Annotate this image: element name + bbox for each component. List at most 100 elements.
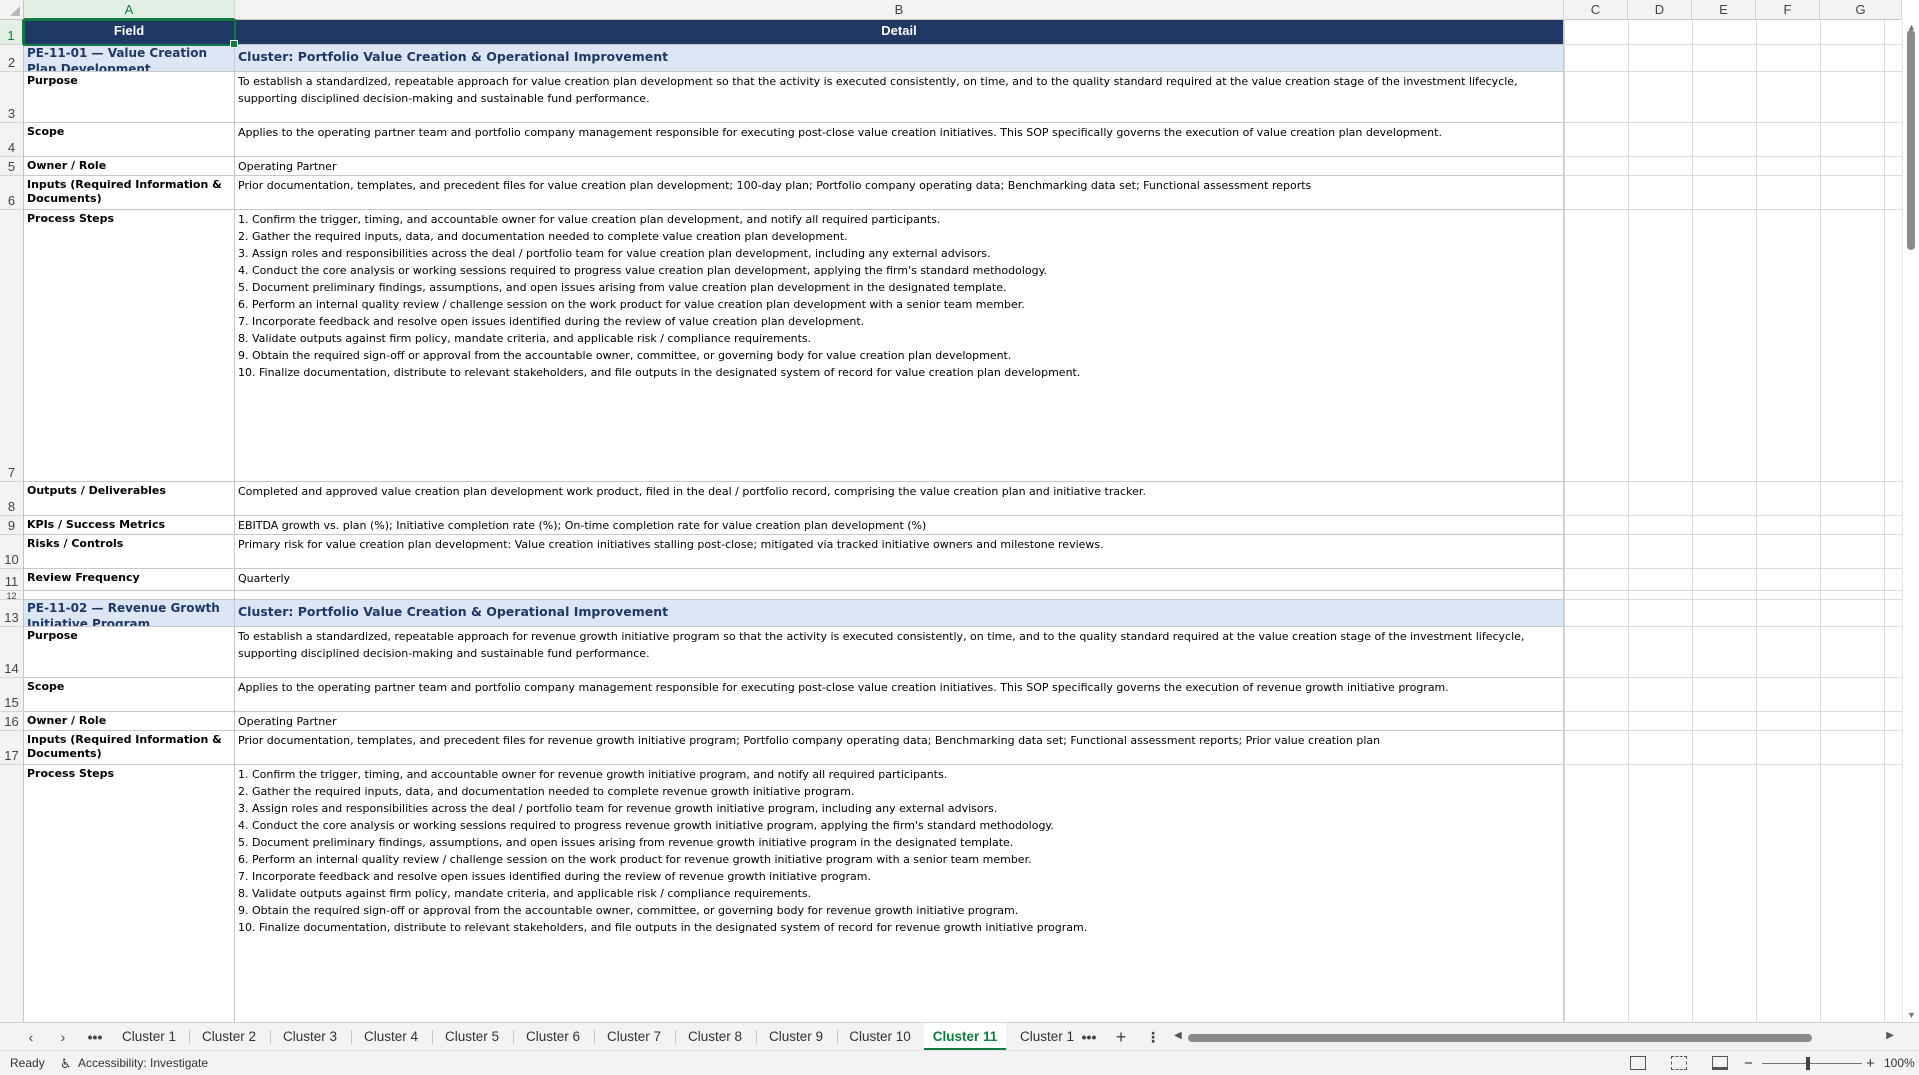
row-header[interactable]: 13 — [0, 600, 24, 627]
label-scope[interactable]: Scope — [24, 123, 235, 157]
row-header[interactable]: 10 — [0, 535, 24, 569]
label-outputs[interactable]: Outputs / Deliverables — [24, 482, 235, 516]
empty-columns-area[interactable] — [1564, 20, 1902, 1022]
row-header[interactable]: 14 — [0, 627, 24, 678]
sheet-tab[interactable]: Cluster 9 — [761, 1023, 831, 1050]
cluster-cell[interactable]: Cluster: Portfolio Value Creation & Oper… — [235, 45, 1564, 72]
row-header[interactable]: 17 — [0, 731, 24, 765]
cluster-cell[interactable]: Cluster: Portfolio Value Creation & Oper… — [235, 600, 1564, 627]
scope-cell[interactable]: Applies to the operating partner team an… — [235, 678, 1564, 712]
zoom-out-icon[interactable]: − — [1744, 1051, 1753, 1075]
column-header-d[interactable]: D — [1628, 0, 1692, 20]
row-header[interactable]: 7 — [0, 210, 24, 482]
blank-cell[interactable] — [24, 591, 235, 600]
label-owner[interactable]: Owner / Role — [24, 157, 235, 176]
vertical-ellipsis-icon[interactable]: ⋮ — [1142, 1027, 1164, 1047]
accessibility-icon[interactable]: ♿ — [60, 1051, 72, 1075]
steps-cell[interactable]: 1. Confirm the trigger, timing, and acco… — [235, 765, 1564, 1022]
header-field-cell[interactable]: Field — [24, 20, 235, 45]
sheet-tab[interactable]: Cluster 3 — [275, 1023, 345, 1050]
zoom-in-icon[interactable]: + — [1866, 1051, 1875, 1075]
outputs-cell[interactable]: Completed and approved value creation pl… — [235, 482, 1564, 516]
row-header[interactable]: 18 — [0, 765, 24, 1022]
owner-cell[interactable]: Operating Partner — [235, 157, 1564, 176]
ellipsis-icon[interactable]: ••• — [1078, 1027, 1100, 1047]
row-header[interactable]: 6 — [0, 176, 24, 210]
row-header[interactable]: 3 — [0, 72, 24, 123]
chevron-left-icon[interactable]: ‹ — [20, 1027, 42, 1047]
sheet-tab[interactable]: Cluster 5 — [437, 1023, 507, 1050]
zoom-slider-track[interactable] — [1762, 1063, 1862, 1064]
page-layout-view-icon[interactable] — [1671, 1056, 1687, 1070]
sheet-tab[interactable]: Cluster 6 — [518, 1023, 588, 1050]
label-owner[interactable]: Owner / Role — [24, 712, 235, 731]
vertical-scrollbar[interactable]: ▲ ▼ — [1902, 20, 1919, 1022]
row-header[interactable]: 12 — [0, 591, 24, 601]
label-inputs[interactable]: Inputs (Required Information & Documents… — [24, 731, 235, 765]
sheet-tab[interactable]: Cluster 7 — [599, 1023, 669, 1050]
owner-cell[interactable]: Operating Partner — [235, 712, 1564, 731]
steps-cell[interactable]: 1. Confirm the trigger, timing, and acco… — [235, 210, 1564, 482]
label-inputs[interactable]: Inputs (Required Information & Documents… — [24, 176, 235, 210]
header-detail-cell[interactable]: Detail — [235, 20, 1564, 45]
spreadsheet-grid[interactable]: A B C D E F G 1 2 3 4 5 6 7 8 9 10 11 12… — [0, 0, 1919, 1022]
sheet-tab-active[interactable]: Cluster 11 — [924, 1023, 1006, 1050]
chevron-right-icon[interactable]: › — [52, 1027, 74, 1047]
row-header[interactable]: 16 — [0, 712, 24, 731]
row-header[interactable]: 9 — [0, 516, 24, 535]
normal-view-icon[interactable] — [1630, 1056, 1646, 1070]
label-review[interactable]: Review Frequency — [24, 569, 235, 591]
scope-cell[interactable]: Applies to the operating partner team an… — [235, 123, 1564, 157]
scroll-down-icon[interactable]: ▼ — [1907, 1010, 1916, 1020]
accessibility-status[interactable]: Accessibility: Investigate — [78, 1051, 208, 1075]
sheet-tab[interactable]: Cluster 1 — [114, 1023, 184, 1050]
kpis-cell[interactable]: EBITDA growth vs. plan (%); Initiative c… — [235, 516, 1564, 535]
label-scope[interactable]: Scope — [24, 678, 235, 712]
label-purpose[interactable]: Purpose — [24, 627, 235, 678]
zoom-level[interactable]: 100% — [1884, 1051, 1915, 1075]
row-header[interactable]: 15 — [0, 678, 24, 712]
column-header-a[interactable]: A — [24, 0, 235, 20]
label-steps[interactable]: Process Steps — [24, 210, 235, 482]
inputs-cell[interactable]: Prior documentation, templates, and prec… — [235, 176, 1564, 210]
inputs-cell[interactable]: Prior documentation, templates, and prec… — [235, 731, 1564, 765]
label-kpis[interactable]: KPIs / Success Metrics — [24, 516, 235, 535]
sheet-tab[interactable]: Cluster 1 — [1012, 1023, 1082, 1050]
select-all-corner[interactable] — [0, 0, 24, 20]
sheet-tab[interactable]: Cluster 4 — [356, 1023, 426, 1050]
sop-id-cell[interactable]: PE-11-02 — Revenue Growth Initiative Pro… — [24, 600, 235, 627]
horizontal-scroll-thumb[interactable] — [1188, 1034, 1812, 1042]
review-cell[interactable]: Quarterly — [235, 569, 1564, 591]
label-risks[interactable]: Risks / Controls — [24, 535, 235, 569]
blank-cell[interactable] — [235, 591, 1564, 600]
label-steps[interactable]: Process Steps — [24, 765, 235, 1022]
row-header[interactable]: 8 — [0, 482, 24, 516]
sheet-tab[interactable]: Cluster 8 — [680, 1023, 750, 1050]
risks-cell[interactable]: Primary risk for value creation plan dev… — [235, 535, 1564, 569]
row-header[interactable]: 11 — [0, 569, 24, 591]
column-header-f[interactable]: F — [1756, 0, 1820, 20]
column-header-b[interactable]: B — [235, 0, 1564, 20]
column-header-g[interactable]: G — [1820, 0, 1902, 20]
scroll-left-icon[interactable]: ◀ — [1174, 1030, 1182, 1041]
ellipsis-icon[interactable]: ••• — [84, 1027, 106, 1047]
vertical-scroll-thumb[interactable] — [1907, 30, 1915, 250]
purpose-cell[interactable]: To establish a standardized, repeatable … — [235, 627, 1564, 678]
column-header-e[interactable]: E — [1692, 0, 1756, 20]
column-header-c[interactable]: C — [1564, 0, 1628, 20]
row-header[interactable]: 1 — [0, 20, 24, 45]
label-purpose[interactable]: Purpose — [24, 72, 235, 123]
page-break-view-icon[interactable] — [1712, 1056, 1728, 1070]
row-header[interactable]: 5 — [0, 157, 24, 176]
sheet-tab[interactable]: Cluster 2 — [194, 1023, 264, 1050]
sheet-tab[interactable]: Cluster 10 — [842, 1023, 918, 1050]
row-header[interactable]: 2 — [0, 45, 24, 72]
plus-icon[interactable]: + — [1110, 1027, 1132, 1047]
zoom-slider-knob[interactable] — [1806, 1057, 1810, 1070]
process-step: 8. Validate outputs against firm policy,… — [238, 887, 812, 900]
row-header[interactable]: 4 — [0, 123, 24, 157]
scroll-right-icon[interactable]: ▶ — [1886, 1030, 1894, 1041]
purpose-cell[interactable]: To establish a standardized, repeatable … — [235, 72, 1564, 123]
sop-id-cell[interactable]: PE-11-01 — Value Creation Plan Developme… — [24, 45, 235, 72]
horizontal-scrollbar[interactable]: ◀ ▶ — [1174, 1029, 1894, 1045]
